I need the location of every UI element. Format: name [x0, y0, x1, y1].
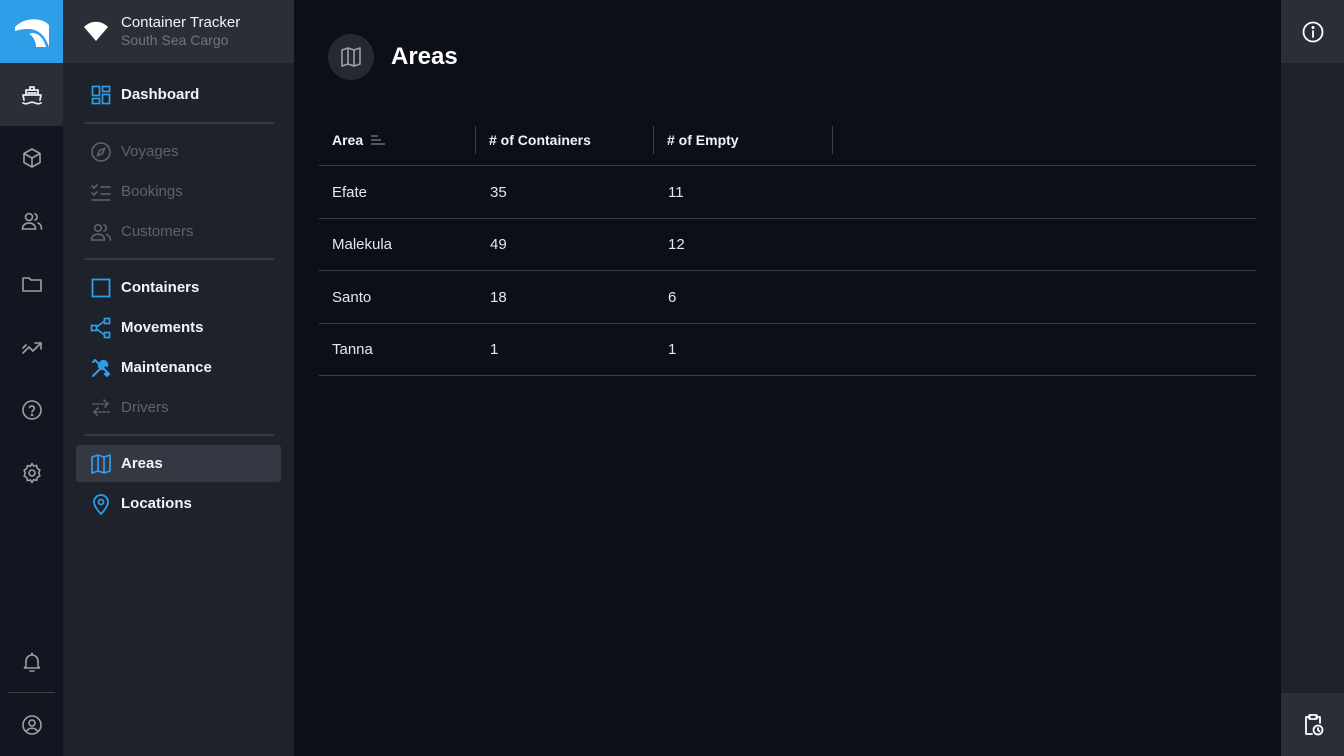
nav-divider [84, 122, 274, 124]
column-resizer[interactable] [653, 126, 654, 154]
route-icon [90, 317, 112, 339]
compass-icon [90, 141, 112, 163]
app-subtitle: South Sea Cargo [121, 32, 229, 48]
app-header[interactable]: Container Tracker South Sea Cargo [63, 0, 294, 63]
app-title: Container Tracker [121, 14, 241, 31]
nav-item-bookings[interactable]: Bookings [76, 173, 281, 210]
ship-icon [21, 85, 42, 105]
nav-label-customers: Customers [121, 223, 194, 240]
nav-label-voyages: Voyages [121, 143, 179, 160]
rail-analytics[interactable] [0, 315, 63, 378]
side-navigation: Container Tracker South Sea Cargo Dashbo… [63, 0, 294, 756]
nav-item-customers[interactable]: Customers [76, 213, 281, 250]
nav-label-containers: Containers [121, 279, 200, 296]
nav-item-maintenance[interactable]: Maintenance [76, 349, 281, 386]
column-resizer[interactable] [475, 126, 476, 154]
nav-divider [84, 434, 274, 436]
cell-empty: 11 [668, 183, 684, 201]
help-icon [21, 399, 42, 420]
cell-containers: 1 [490, 341, 499, 358]
dashboard-icon [90, 84, 112, 106]
table-row[interactable]: Malekula 49 12 [319, 219, 1256, 271]
nav-label-bookings: Bookings [121, 183, 183, 200]
rail-settings[interactable] [0, 441, 63, 504]
nav-item-dashboard[interactable]: Dashboard [76, 76, 281, 113]
container-icon [90, 277, 112, 299]
map-icon [90, 453, 112, 475]
page-title: Areas [391, 43, 458, 70]
cell-empty: 12 [668, 236, 685, 253]
settings-icon [22, 462, 41, 483]
table-header: Area # of Containers # of Empty [319, 114, 1256, 166]
tools-icon [90, 357, 112, 379]
column-header-area[interactable]: Area [332, 114, 386, 166]
pin-icon [90, 493, 112, 515]
folder-icon [21, 276, 42, 292]
cell-area: Tanna [332, 341, 373, 358]
rail-containers[interactable] [0, 126, 63, 189]
rail-account[interactable] [0, 693, 63, 756]
cell-area: Efate [332, 183, 368, 201]
nav-divider [84, 258, 274, 260]
cell-area: Santo [332, 288, 372, 306]
column-header-empty[interactable]: # of Empty [667, 114, 739, 166]
nav-item-areas[interactable]: Areas [76, 445, 281, 482]
nav-label-dashboard: Dashboard [121, 86, 200, 103]
table-row[interactable]: Santo 18 6 [319, 271, 1256, 324]
trend-icon [21, 341, 42, 354]
transfer-icon [90, 397, 112, 419]
logo-icon [14, 18, 49, 47]
nav-item-voyages[interactable]: Voyages [76, 133, 281, 170]
rail-ships[interactable] [0, 63, 63, 126]
rail-files[interactable] [0, 252, 63, 315]
nav-label-areas: Areas [121, 455, 163, 472]
info-button[interactable] [1281, 0, 1344, 63]
users-icon [21, 212, 42, 230]
map-icon [341, 47, 361, 67]
bell-icon [23, 651, 40, 672]
areas-table: Area # of Containers # of Empty Efate 35… [319, 114, 1256, 376]
cell-area: Malekula [332, 236, 393, 253]
sort-icon [371, 135, 386, 145]
nav-label-locations: Locations [121, 495, 192, 512]
nav-label-maintenance: Maintenance [121, 359, 212, 376]
account-icon [21, 714, 42, 735]
customers-icon [90, 221, 112, 243]
nav-label-movements: Movements [121, 319, 204, 336]
right-rail [1281, 0, 1344, 756]
checklist-icon [90, 181, 112, 203]
cell-containers: 35 [490, 183, 507, 201]
column-header-containers[interactable]: # of Containers [489, 114, 591, 166]
rail-notifications[interactable] [0, 630, 63, 693]
box-icon [22, 147, 41, 168]
nav-item-locations[interactable]: Locations [76, 485, 281, 522]
wifi-icon [84, 21, 108, 41]
column-header-label: Area [332, 132, 364, 148]
table-row[interactable]: Efate 35 11 [319, 166, 1256, 219]
clipboard-clock-icon [1304, 713, 1323, 735]
schedule-button[interactable] [1281, 693, 1344, 756]
main-content: Areas Area # of Containers # of Empty Ef… [294, 0, 1281, 756]
table-row[interactable]: Tanna 1 1 [319, 324, 1256, 376]
nav-label-drivers: Drivers [121, 399, 169, 416]
nav-item-drivers[interactable]: Drivers [76, 389, 281, 426]
cell-empty: 1 [668, 341, 677, 358]
rail-users[interactable] [0, 189, 63, 252]
icon-rail [0, 0, 63, 756]
cell-containers: 49 [490, 236, 507, 253]
cell-empty: 6 [668, 288, 677, 306]
app-logo[interactable] [0, 0, 63, 63]
info-icon [1302, 21, 1323, 42]
nav-item-containers[interactable]: Containers [76, 269, 281, 306]
rail-help[interactable] [0, 378, 63, 441]
nav-item-movements[interactable]: Movements [76, 309, 281, 346]
cell-containers: 18 [490, 288, 507, 306]
page-title-icon [328, 34, 374, 80]
column-resizer[interactable] [832, 126, 833, 154]
